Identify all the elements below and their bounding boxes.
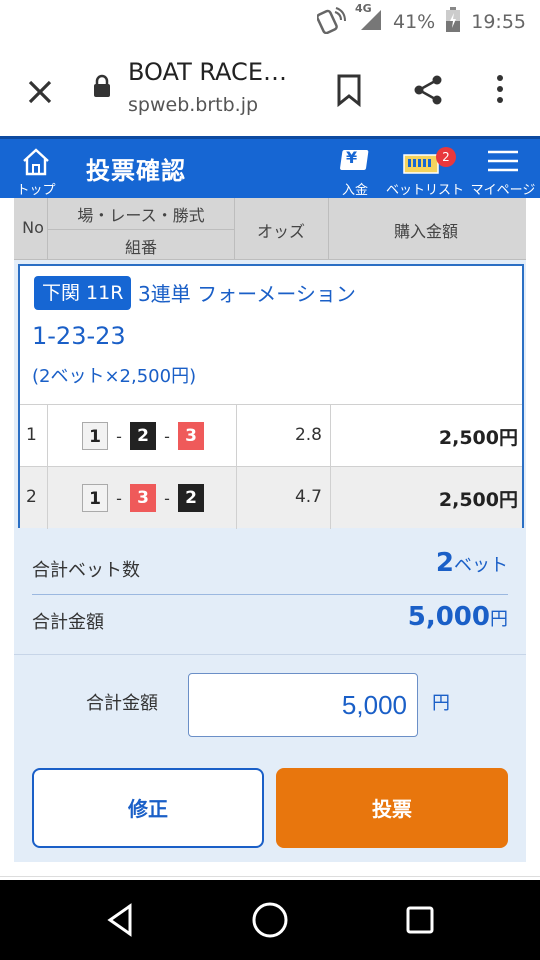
home-circle-icon[interactable] — [250, 900, 290, 940]
divider — [47, 467, 48, 529]
recents-icon[interactable] — [400, 900, 440, 940]
boat-number: 1 — [82, 422, 108, 450]
home-icon — [23, 148, 49, 176]
bet-combination: 1-23-23 — [32, 322, 126, 350]
menu-icon — [488, 150, 518, 172]
confirm-content: No 場・レース・勝式 組番 オッズ 購入金額 下関 11R 3連単 フォーメー… — [14, 198, 526, 862]
total-bets-number: 2 — [435, 548, 454, 578]
home-label: トップ — [16, 183, 56, 198]
back-icon[interactable] — [100, 900, 140, 940]
row-amount: 2,500円 — [438, 427, 518, 449]
status-bar: 4G 41% 19:55 — [0, 0, 540, 44]
row-odds: 2.8 — [294, 425, 322, 445]
col-amount: 購入金額 — [393, 222, 458, 241]
boat-combination: 1 - 2 - 3 — [82, 421, 204, 451]
dash: - — [164, 488, 170, 508]
system-nav-bar — [0, 880, 540, 960]
home-button[interactable]: トップ — [10, 145, 62, 198]
edit-button[interactable]: 修正 — [32, 768, 264, 848]
vote-button[interactable]: 投票 — [276, 768, 508, 848]
mypage-label: マイページ — [470, 183, 536, 198]
dash: - — [164, 426, 170, 446]
page-title: BOAT RACE… — [128, 58, 287, 86]
betlist-button[interactable]: 2 ベットリスト — [384, 145, 466, 198]
app-header: トップ 投票確認 ¥ 入金 2 ベットリスト マイページ — [0, 136, 540, 198]
boat-number: 1 — [82, 484, 108, 512]
table-row: 1 1 - 2 - 3 2.8 2,500円 — [20, 404, 522, 467]
col-combo: 組番 — [124, 238, 157, 257]
boat-number: 2 — [130, 422, 156, 450]
divider — [236, 405, 237, 467]
row-odds: 4.7 — [294, 487, 322, 507]
amount-input-label: 合計金額 — [86, 693, 158, 714]
wifi-calling-icon — [316, 6, 347, 39]
share-icon[interactable] — [410, 72, 446, 108]
screen-title: 投票確認 — [86, 157, 186, 185]
divider — [47, 405, 48, 467]
battery-percent: 41% — [393, 11, 436, 33]
bet-type: 3連単 フォーメーション — [138, 282, 356, 306]
mypage-button[interactable]: マイページ — [468, 145, 538, 198]
bet-detail: (2ベット×2,500円) — [32, 366, 197, 387]
table-row: 2 1 - 3 - 2 4.7 2,500円 — [20, 466, 522, 529]
clock: 19:55 — [471, 11, 526, 33]
lock-icon — [92, 74, 112, 98]
totals-section: 合計ベット数 2ベット 合計金額 5,000円 — [14, 538, 526, 658]
close-icon[interactable] — [22, 74, 58, 110]
divider — [330, 467, 331, 529]
dash: - — [116, 426, 122, 446]
divider — [32, 594, 508, 595]
divider — [0, 876, 540, 877]
betlist-badge: 2 — [436, 147, 456, 167]
table-header: No 場・レース・勝式 組番 オッズ 購入金額 — [14, 198, 526, 260]
total-amount-number: 5,000 — [407, 602, 490, 632]
boat-number: 3 — [130, 484, 156, 512]
bet-summary: 下関 11R 3連単 フォーメーション 1-23-23 (2ベット×2,500円… — [20, 266, 522, 404]
bet-card: 下関 11R 3連単 フォーメーション 1-23-23 (2ベット×2,500円… — [18, 264, 524, 529]
amount-input-section: 合計金額 5,000 円 — [14, 654, 526, 750]
betlist-label: ベットリスト — [385, 183, 464, 198]
total-bets-unit: ベット — [454, 555, 508, 576]
total-amount-unit: 円 — [490, 609, 508, 630]
total-bets-label: 合計ベット数 — [32, 560, 140, 581]
dash: - — [116, 488, 122, 508]
divider — [48, 229, 234, 230]
total-bets-value: 2ベット — [436, 548, 508, 578]
browser-toolbar: BOAT RACE… spweb.brtb.jp — [0, 44, 540, 136]
signal-icon: 4G — [355, 2, 383, 37]
row-no: 1 — [26, 425, 37, 445]
divider — [330, 405, 331, 467]
row-no: 2 — [26, 487, 37, 507]
boat-number: 3 — [178, 422, 204, 450]
boat-combination: 1 - 3 - 2 — [82, 483, 204, 513]
divider — [236, 467, 237, 529]
deposit-label: 入金 — [341, 183, 368, 198]
total-amount-value: 5,000円 — [408, 602, 508, 632]
col-race: 場・レース・勝式 — [77, 206, 205, 225]
total-amount-label: 合計金額 — [32, 612, 104, 633]
bookmark-icon[interactable] — [334, 72, 364, 108]
amount-input-unit: 円 — [432, 693, 450, 714]
venue-race-badge: 下関 11R — [34, 276, 132, 310]
battery-icon — [445, 6, 461, 38]
url-text[interactable]: spweb.brtb.jp — [128, 94, 258, 116]
col-no: No — [22, 218, 44, 237]
yen-glyph: ¥ — [346, 148, 358, 167]
deposit-button[interactable]: ¥ 入金 — [330, 145, 380, 198]
amount-input[interactable]: 5,000 — [188, 673, 418, 737]
boat-number: 2 — [178, 484, 204, 512]
network-type: 4G — [355, 1, 372, 15]
more-vert-icon[interactable] — [490, 72, 510, 108]
row-amount: 2,500円 — [438, 489, 518, 511]
col-odds: オッズ — [256, 222, 305, 241]
